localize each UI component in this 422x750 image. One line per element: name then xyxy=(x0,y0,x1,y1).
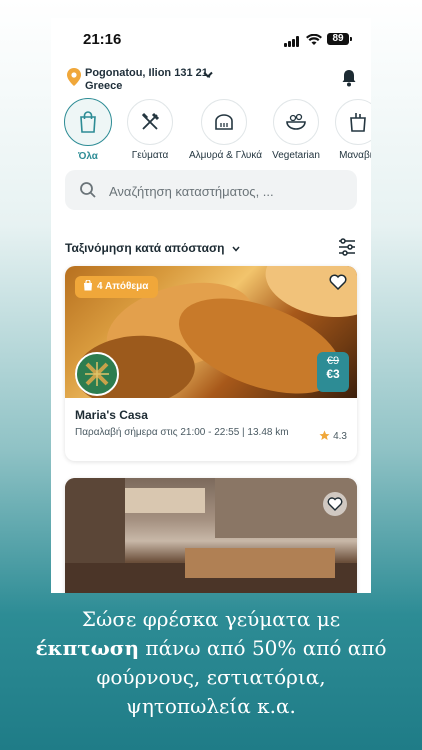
favorite-button[interactable] xyxy=(323,492,347,516)
favorite-heart-icon[interactable] xyxy=(329,274,347,290)
caption-line: φούρνους, εστιατόρια, xyxy=(96,665,326,689)
discounted-price: €3 xyxy=(326,367,340,381)
category-all[interactable]: Όλα xyxy=(53,98,123,162)
pickup-info: Παραλαβή σήμερα στις 21:00 - 22:55 | 13.… xyxy=(75,427,289,438)
grocery-icon xyxy=(350,113,366,132)
stock-badge: 4 Απόθεμα xyxy=(75,276,159,298)
category-label: Αλμυρά & Γλυκά xyxy=(189,150,262,161)
store-rating: 4.3 xyxy=(319,430,347,442)
chevron-down-icon xyxy=(232,246,240,252)
listing-image xyxy=(65,478,357,593)
salad-icon xyxy=(286,113,306,130)
star-icon xyxy=(319,430,330,440)
chevron-down-icon xyxy=(203,71,213,78)
shopping-bag-icon xyxy=(80,111,96,133)
category-grocery[interactable]: Μαναβικ xyxy=(323,98,371,161)
promo-caption: Σώσε φρέσκα γεύματα με έκπτωση πάνω από … xyxy=(0,605,422,721)
wifi-icon xyxy=(306,34,322,45)
category-savory-sweet[interactable]: Αλμυρά & Γλυκά xyxy=(189,98,262,161)
location-pin-icon xyxy=(67,68,81,86)
caption-line: Σώσε φρέσκα γεύματα με xyxy=(81,607,341,631)
bread-icon xyxy=(215,114,233,130)
caption-line: έκπτωση πάνω από 50% από από xyxy=(35,636,387,660)
category-label: Γεύματα xyxy=(131,150,169,161)
search-input[interactable] xyxy=(107,170,351,212)
store-logo-mark xyxy=(85,362,109,386)
store-name: Maria's Casa xyxy=(75,408,148,422)
status-bar: 21:16 89 xyxy=(51,18,371,62)
price-box: €9 €3 xyxy=(317,352,349,392)
listing-card[interactable] xyxy=(65,478,357,593)
store-logo xyxy=(75,352,119,396)
search-icon xyxy=(80,182,96,198)
category-label: Μαναβικ xyxy=(339,150,371,161)
sort-label: Ταξινόμηση κατά απόσταση xyxy=(65,241,225,255)
favorite-heart-icon xyxy=(327,497,343,511)
sort-selector[interactable]: Ταξινόμηση κατά απόσταση xyxy=(65,241,240,255)
location-selector[interactable]: Pogonatou, Ilion 131 21, Greece xyxy=(67,66,297,96)
listing-card[interactable]: 4 Απόθεμα €9 €3 Maria's Casa Παραλαβή σή… xyxy=(65,266,357,461)
battery-icon: 89 xyxy=(327,33,352,45)
category-meals[interactable]: Γεύματα xyxy=(115,98,185,161)
signal-icon xyxy=(284,36,302,47)
caption-line: ψητοπωλεία κ.α. xyxy=(126,694,296,718)
status-time: 21:16 xyxy=(83,31,122,48)
search-bar[interactable] xyxy=(65,170,357,212)
phone-screen: 21:16 89 Pogonatou, Ilion 131 21, Greece… xyxy=(51,18,371,593)
category-label: Vegetarian xyxy=(272,150,320,161)
bag-icon xyxy=(84,279,92,291)
filter-icon[interactable] xyxy=(338,238,356,256)
original-price: €9 xyxy=(326,355,340,367)
category-label: Όλα xyxy=(78,151,98,162)
caption-emphasis: έκπτωση xyxy=(35,636,140,660)
notification-bell-icon[interactable] xyxy=(341,69,357,87)
fork-knife-icon xyxy=(141,112,160,130)
category-vegetarian[interactable]: Vegetarian xyxy=(261,98,331,161)
